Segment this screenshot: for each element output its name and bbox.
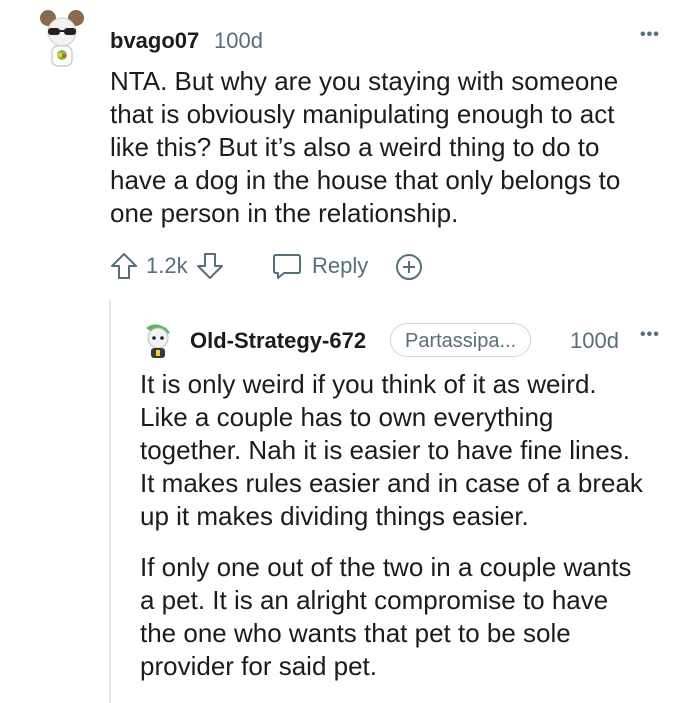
avatar[interactable]: [30, 8, 94, 72]
reply-line: If only one out of the two in a couple w…: [140, 552, 632, 582]
reply-button[interactable]: Reply: [270, 250, 368, 282]
comment-line: like this? But it’s also a weird thing t…: [110, 132, 600, 162]
reply-username[interactable]: Old-Strategy-672: [190, 328, 366, 354]
upvote-icon[interactable]: [108, 250, 140, 282]
reply-body: It is only weird if you think of it as w…: [140, 368, 696, 683]
reply-line: provider for said pet.: [140, 651, 378, 681]
username[interactable]: bvago07: [110, 28, 199, 54]
comment-age: 100d: [214, 28, 263, 53]
more-options-button[interactable]: •••: [640, 26, 660, 44]
vote-score: 1.2k: [146, 253, 188, 278]
user-flair: Partassipa...: [390, 323, 532, 357]
reply-icon: [270, 250, 304, 282]
reply-line: It makes rules easier and in case of a b…: [140, 468, 643, 498]
downvote-icon[interactable]: [194, 250, 226, 282]
thread-line[interactable]: [109, 300, 111, 703]
reply-line: the one who wants that pet to be sole: [140, 618, 571, 648]
reply-more-options-button[interactable]: •••: [640, 326, 660, 344]
reply-line: up it makes dividing things easier.: [140, 501, 529, 531]
comment-line: one person in the relationship.: [110, 198, 459, 228]
reply-avatar[interactable]: [140, 322, 176, 360]
comment-body: NTA. But why are you staying with someon…: [110, 65, 690, 230]
award-button[interactable]: [393, 252, 425, 287]
reply-line: Like a couple has to own everything: [140, 402, 554, 432]
comment-line: that is obviously manipulating enough to…: [110, 99, 615, 129]
award-icon: [393, 252, 425, 282]
reply-label: Reply: [312, 253, 369, 278]
reply-line: together. Nah it is easier to have fine …: [140, 435, 630, 465]
reply-line: a pet. It is an alright compromise to ha…: [140, 585, 609, 615]
reply-line: It is only weird if you think of it as w…: [140, 369, 597, 399]
comment-line: have a dog in the house that only belong…: [110, 165, 621, 195]
reply-age: 100d: [570, 328, 619, 353]
reply-paragraph: If only one out of the two in a couple w…: [140, 551, 696, 683]
vote-bar: 1.2k: [108, 250, 226, 282]
reply-paragraph: It is only weird if you think of it as w…: [140, 368, 696, 533]
comment-line: NTA. But why are you staying with someon…: [110, 66, 619, 96]
